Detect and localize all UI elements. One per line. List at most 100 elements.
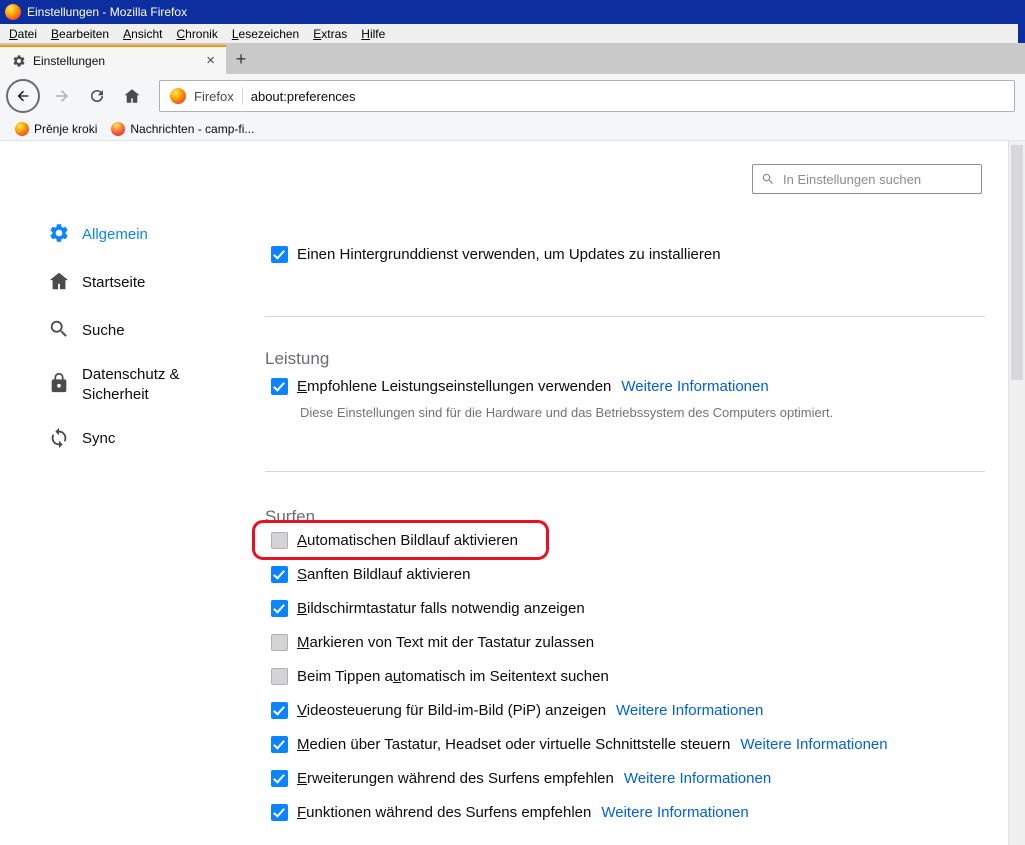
bookmark-item-nachrichten-camp-fi[interactable]: Nachrichten - camp-fi... [104, 118, 261, 140]
window-title: Einstellungen - Mozilla Firefox [27, 5, 187, 19]
checkbox-checked[interactable] [271, 566, 288, 583]
pref-label[interactable]: Videosteuerung für Bild-im-Bild (PiP) an… [297, 702, 606, 719]
tab-title: Einstellungen [33, 54, 203, 68]
pref-row-bildschirmtastatur-falls-notwendig-anzei: Bildschirmtastatur falls notwendig anzei… [265, 591, 985, 625]
search-icon [48, 318, 70, 344]
pref-label[interactable]: Markieren von Text mit der Tastatur zula… [297, 634, 594, 651]
menu-bar: DateiBearbeitenAnsichtChronikLesezeichen… [0, 24, 1025, 43]
pref-row-sanften-bildlauf-aktivieren: Sanften Bildlauf aktivieren [265, 557, 985, 591]
tab-einstellungen[interactable]: Einstellungen × [0, 45, 226, 74]
sidebar-item-datenschutz-sicherheit[interactable]: Datenschutz & Sicherheit [48, 365, 253, 406]
pref-row-medien-ber-tastatur-headset-oder-virtuel: Medien über Tastatur, Headset oder virtu… [265, 727, 985, 761]
pref-row-videosteuerung-f-r-bild-im-bild-pip-anze: Videosteuerung für Bild-im-Bild (PiP) an… [265, 693, 985, 727]
title-bar: Einstellungen - Mozilla Firefox [0, 0, 1025, 24]
learn-more-link[interactable]: Weitere Informationen [621, 378, 768, 395]
checkbox-unchecked[interactable] [271, 668, 288, 685]
learn-more-link[interactable]: Weitere Informationen [740, 736, 887, 753]
sidebar-item-label: Sync [82, 429, 115, 449]
site-identity-label: Firefox [194, 89, 234, 104]
checkbox-unchecked[interactable] [271, 634, 288, 651]
scrollbar-thumb[interactable] [1011, 145, 1023, 380]
browsing-rows: Automatischen Bildlauf aktivieren Sanften… [265, 523, 985, 829]
pref-label[interactable]: Automatischen Bildlauf aktivieren [297, 532, 518, 549]
menu-item-lesezeichen[interactable]: Lesezeichen [225, 24, 306, 43]
checkbox-checked[interactable] [271, 378, 288, 395]
menu-item-chronik[interactable]: Chronik [169, 24, 224, 43]
menu-item-extras[interactable]: Extras [306, 24, 354, 43]
checkbox-checked[interactable] [271, 770, 288, 787]
pref-label[interactable]: Bildschirmtastatur falls notwendig anzei… [297, 600, 585, 617]
learn-more-link[interactable]: Weitere Informationen [601, 804, 748, 821]
bookmark-label: Nachrichten - camp-fi... [130, 122, 254, 136]
checkbox-checked[interactable] [271, 804, 288, 821]
urlbar-divider [242, 87, 243, 105]
checkbox-checked[interactable] [271, 736, 288, 753]
flame-icon [111, 122, 125, 136]
firefox-logo-icon [170, 88, 186, 104]
section-divider [265, 471, 985, 472]
checkbox-checked[interactable] [271, 600, 288, 617]
settings-sidebar: Allgemein Startseite Suche Datenschutz & Si… [48, 221, 253, 474]
home-button[interactable] [116, 80, 148, 112]
sidebar-item-sync[interactable]: Sync [48, 426, 253, 454]
pref-row-markieren-von-text-mit-der-tastatur-zula: Markieren von Text mit der Tastatur zula… [265, 625, 985, 659]
pref-label[interactable]: Empfohlene Leistungseinstellungen verwen… [297, 378, 611, 395]
learn-more-link[interactable]: Weitere Informationen [624, 770, 771, 787]
section-heading-leistung: Leistung [265, 349, 329, 369]
window-border [1018, 24, 1025, 43]
pref-row-beim-tippen-automatisch-im-seitentext-su: Beim Tippen automatisch im Seitentext su… [265, 659, 985, 693]
performance-description: Diese Einstellungen sind für die Hardwar… [300, 405, 940, 420]
pref-row-automatischen-bildlauf-aktivieren: Automatischen Bildlauf aktivieren [265, 523, 985, 557]
sidebar-item-label: Suche [82, 321, 125, 341]
pref-label[interactable]: Medien über Tastatur, Headset oder virtu… [297, 736, 730, 753]
forward-button[interactable] [46, 80, 78, 112]
reload-button[interactable] [81, 80, 113, 112]
url-text: about:preferences [251, 89, 356, 104]
content-area: Allgemein Startseite Suche Datenschutz & Si… [0, 141, 1025, 845]
checkbox-unchecked[interactable] [271, 532, 288, 549]
menu-item-datei[interactable]: Datei [2, 24, 44, 43]
bookmarks-toolbar: Prěnje kroki Nachrichten - camp-fi... [0, 118, 1025, 141]
new-tab-button[interactable]: + [226, 45, 256, 74]
pref-row-einen-hintergrunddienst-verwenden-um-upd: Einen Hintergrunddienst verwenden, um Up… [265, 237, 985, 271]
tab-bar: Einstellungen × + [0, 43, 1025, 74]
menu-item-hilfe[interactable]: Hilfe [354, 24, 392, 43]
pref-row-erweiterungen-w-hrend-des-surfens-empfeh: Erweiterungen während des Surfens empfeh… [265, 761, 985, 795]
bookmark-label: Prěnje kroki [34, 122, 97, 136]
pref-row-empfohlene-leistungseinstellungen-verwen: Empfohlene Leistungseinstellungen verwen… [265, 369, 985, 403]
url-bar[interactable]: Firefox about:preferences [159, 80, 1015, 112]
bookmark-item-pr-nje-kroki[interactable]: Prěnje kroki [8, 118, 104, 140]
tab-close-icon[interactable]: × [203, 53, 218, 68]
navigation-toolbar: Firefox about:preferences [0, 74, 1025, 118]
pref-label[interactable]: Funktionen während des Surfens empfehlen [297, 804, 591, 821]
home-icon [48, 270, 70, 296]
settings-main-panel: Einen Hintergrunddienst verwenden, um Up… [265, 141, 985, 845]
sidebar-item-label: Datenschutz & Sicherheit [82, 365, 217, 406]
gear-icon [12, 54, 26, 68]
pref-label[interactable]: Sanften Bildlauf aktivieren [297, 566, 470, 583]
firefox-icon [15, 122, 29, 136]
pref-row-funktionen-w-hrend-des-surfens-empfehlen: Funktionen während des Surfens empfehlen… [265, 795, 985, 829]
sidebar-item-label: Startseite [82, 273, 145, 293]
pref-label[interactable]: Beim Tippen automatisch im Seitentext su… [297, 668, 609, 685]
checkbox-checked[interactable] [271, 246, 288, 263]
sidebar-item-label: Allgemein [82, 225, 148, 245]
section-divider [265, 316, 985, 317]
checkbox-checked[interactable] [271, 702, 288, 719]
update-row-slot: Einen Hintergrunddienst verwenden, um Up… [265, 237, 985, 271]
sidebar-item-startseite[interactable]: Startseite [48, 269, 253, 297]
sidebar-item-suche[interactable]: Suche [48, 317, 253, 345]
sidebar-item-allgemein[interactable]: Allgemein [48, 221, 253, 249]
pref-label[interactable]: Einen Hintergrunddienst verwenden, um Up… [297, 246, 721, 263]
menu-item-bearbeiten[interactable]: Bearbeiten [44, 24, 116, 43]
lock-icon [48, 372, 70, 398]
menu-item-ansicht[interactable]: Ansicht [116, 24, 169, 43]
sync-icon [48, 427, 70, 453]
performance-row-slot: Empfohlene Leistungseinstellungen verwen… [265, 369, 985, 403]
learn-more-link[interactable]: Weitere Informationen [616, 702, 763, 719]
scrollbar[interactable] [1008, 141, 1025, 845]
back-button[interactable] [6, 79, 40, 113]
pref-label[interactable]: Erweiterungen während des Surfens empfeh… [297, 770, 614, 787]
gear-icon [48, 222, 70, 248]
firefox-icon [5, 4, 21, 20]
